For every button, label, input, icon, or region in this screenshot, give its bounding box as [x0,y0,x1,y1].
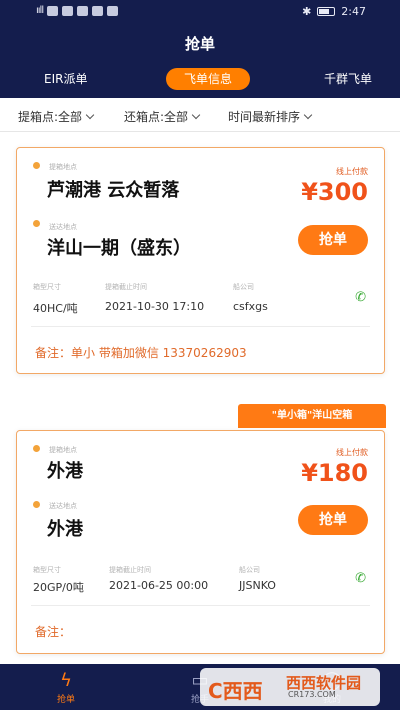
status-left: ııll [36,5,119,16]
divider [31,326,370,327]
watermark-url: CR173.COM [288,690,336,699]
tab-flight-info[interactable]: 飞单信息 [166,68,250,90]
payment-label: 线上付款 [336,167,368,176]
sort-filter[interactable]: 时间最新排序 [228,108,313,125]
pickup-location: 外港 [47,461,83,482]
grab-order-button[interactable]: 抢单 [298,505,368,535]
tab-bar: EIR派单 飞单信息 千群飞单 [0,68,400,92]
box-type: 40HC/吨 [33,302,78,315]
location-dot-icon [33,162,40,169]
pickup-label: 提箱地点 [49,163,77,171]
chevron-down-icon [303,110,313,120]
promo-tag: "单小箱"洋山空箱 [238,404,386,428]
return-location: 外港 [47,519,83,540]
app-icon [92,5,104,16]
return-filter-label: 还箱点:全部 [124,110,189,124]
ship-company: JJSNKO [239,579,276,592]
chevron-down-icon [191,110,201,120]
ship-company-label: 船公司 [233,283,254,291]
deadline-label: 提箱截止时间 [109,566,151,574]
watermark-logo: C西西 西西软件园 CR173.COM [200,668,380,706]
location-dot-icon [33,501,40,508]
return-label: 送达地点 [49,502,77,510]
ship-company: csfxgs [233,300,268,313]
status-time: 2:47 [341,5,366,18]
nav-grab[interactable]: ϟ 抢单 [36,670,96,705]
app-icon [77,5,89,16]
box-type-label: 箱型尺寸 [33,283,61,291]
notification-icon [62,5,74,16]
wifi-icon [47,5,59,16]
price: ¥180 [301,459,368,487]
pickup-filter-label: 提箱点:全部 [18,110,83,124]
lightning-icon: ϟ [60,670,72,691]
signal-icon: ııll [36,5,44,16]
location-dot-icon [33,220,40,227]
grab-order-button[interactable]: 抢单 [298,225,368,255]
payment-label: 线上付款 [336,448,368,457]
divider [31,605,370,606]
top-bar: ııll ✱ 2:47 抢单 EIR派单 飞单信息 千群飞单 [0,0,400,98]
deadline: 2021-06-25 00:00 [109,579,209,592]
deadline-label: 提箱截止时间 [105,283,147,291]
location-dot-icon [33,445,40,452]
return-filter[interactable]: 还箱点:全部 [124,108,201,125]
chevron-down-icon [85,110,95,120]
app-icon [107,5,119,16]
phone-icon[interactable]: ✆ [355,571,366,586]
box-type-label: 箱型尺寸 [33,566,61,574]
sort-filter-label: 时间最新排序 [228,110,301,124]
watermark-mark-icon: C西西 [208,679,263,703]
battery-icon [317,7,336,16]
pickup-location: 芦潮港 云众暂落 [47,180,180,201]
tab-group-flight[interactable]: 千群飞单 [324,70,372,87]
order-note: 备注：单小 带箱加微信 13370262903 [35,346,247,360]
deadline: 2021-10-30 17:10 [105,300,205,313]
bluetooth-icon: ✱ [302,5,312,18]
order-note: 备注： [35,625,72,639]
return-location: 洋山一期（盛东） [47,238,191,259]
tab-eir[interactable]: EIR派单 [44,70,87,87]
order-card[interactable]: 提箱地点 芦潮港 云众暂落 线上付款 ¥300 送达地点 洋山一期（盛东） 抢单… [16,147,385,374]
box-type: 20GP/0吨 [33,581,84,594]
return-label: 送达地点 [49,223,77,231]
order-card[interactable]: 提箱地点 外港 线上付款 ¥180 送达地点 外港 抢单 箱型尺寸 20GP/0… [16,430,385,654]
nav-grab-label: 抢单 [56,695,75,705]
filter-bar: 提箱点:全部 还箱点:全部 时间最新排序 [0,98,400,132]
status-right: ✱ 2:47 [302,5,366,18]
price: ¥300 [301,178,368,206]
ship-company-label: 船公司 [239,566,260,574]
pickup-filter[interactable]: 提箱点:全部 [18,108,95,125]
status-bar: ııll ✱ 2:47 [0,0,400,24]
phone-icon[interactable]: ✆ [355,290,366,305]
pickup-label: 提箱地点 [49,446,77,454]
page-title: 抢单 [184,35,215,53]
